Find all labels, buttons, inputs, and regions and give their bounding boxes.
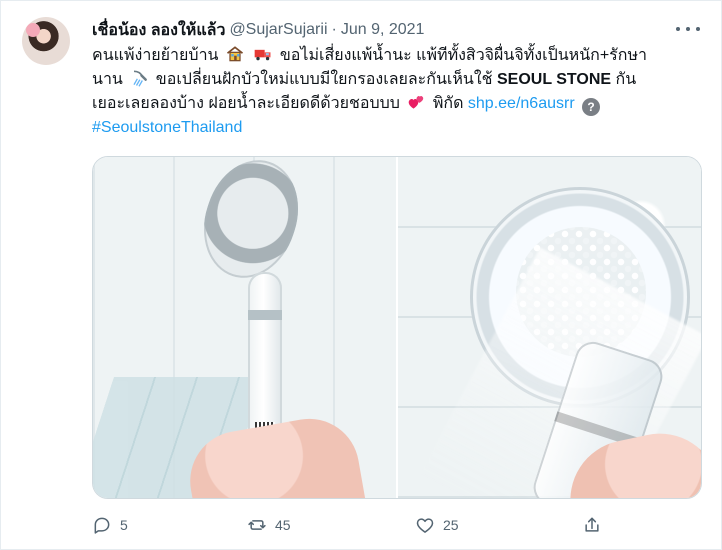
showerhead: [189, 157, 313, 290]
share-icon: [585, 517, 599, 532]
photo-2[interactable]: [398, 157, 701, 498]
heart-icon: [416, 518, 434, 533]
share-button[interactable]: [582, 512, 602, 538]
media-grid: [92, 156, 702, 499]
avatar-flower: [26, 23, 40, 37]
like-button[interactable]: 25: [415, 512, 459, 538]
photo-1[interactable]: [93, 157, 396, 498]
tweet-actions: 5 45 25: [92, 512, 632, 538]
help-icon[interactable]: ?: [582, 98, 601, 116]
like-count: 25: [443, 517, 459, 533]
more-horizontal-icon: [676, 27, 680, 31]
reply-count: 5: [120, 517, 128, 533]
retweet-icon: [248, 520, 266, 530]
tweet-text-segment: กัน: [615, 71, 637, 88]
tweet-line-4: #SeoulstoneThailand: [92, 116, 698, 140]
tweet-text-segment: ขอไม่เสี่ยงแพ้น้ำนะ แพ้ทีทั้งสิวจิผื่นจิ…: [279, 47, 647, 64]
more-menu-button[interactable]: [676, 22, 700, 36]
tweet-text-segment: เยอะเลยลองบ้าง ฝอยน้ำละเอียดดีด้วยชอบบบ: [92, 95, 400, 112]
tweet-line-1: คนแพ้ง่ายย้ายบ้าน ขอไม่เสี่ยงแพ้น้ำนะ แพ…: [92, 44, 698, 68]
retweet-button[interactable]: 45: [247, 512, 291, 538]
retweet-count: 45: [275, 517, 291, 533]
separator-dot: ·: [331, 21, 337, 38]
two-hearts-emoji-icon: [409, 96, 424, 109]
more-horizontal-icon: [696, 27, 700, 31]
tweet-text: คนแพ้ง่ายย้ายบ้าน ขอไม่เสี่ยงแพ้น้ำนะ แพ…: [92, 44, 698, 140]
more-horizontal-icon: [686, 27, 690, 31]
product-link[interactable]: shp.ee/n6ausrr: [468, 95, 575, 112]
tweet-text-segment: ขอเปลี่ยนฝักบัวใหม่แบบมีใยกรองเลยละกันเห…: [155, 71, 493, 88]
tweet-text-segment: พิกัด: [432, 95, 464, 112]
hashtag-link[interactable]: #SeoulstoneThailand: [92, 119, 242, 136]
author-handle[interactable]: @SujarSujarii: [229, 21, 327, 39]
tweet-text-segment: นาน: [92, 71, 123, 88]
reply-icon: [94, 517, 110, 534]
tweet-date[interactable]: Jun 9, 2021: [341, 21, 425, 39]
tweet-text-segment: คนแพ้ง่ายย้ายบ้าน: [92, 47, 219, 64]
house-emoji-icon: [226, 46, 243, 62]
truck-emoji-icon: [255, 49, 271, 61]
handle-band: [248, 310, 282, 320]
brand-name: SEOUL STONE: [496, 71, 612, 88]
tweet-header: เชื่อน้อง ลองให้แล้ว @SujarSujarii · Jun…: [92, 19, 424, 41]
tweet-line-3: เยอะเลยลองบ้าง ฝอยน้ำละเอียดดีด้วยชอบบบ …: [92, 92, 698, 116]
author-name[interactable]: เชื่อน้อง ลองให้แล้ว: [92, 18, 225, 43]
shower-emoji-icon: [133, 70, 148, 87]
avatar[interactable]: [22, 17, 70, 65]
reply-button[interactable]: 5: [92, 512, 128, 538]
tweet-line-2: นาน ขอเปลี่ยนฝักบัวใหม่แบบมีใยกรองเลยละก…: [92, 68, 698, 92]
